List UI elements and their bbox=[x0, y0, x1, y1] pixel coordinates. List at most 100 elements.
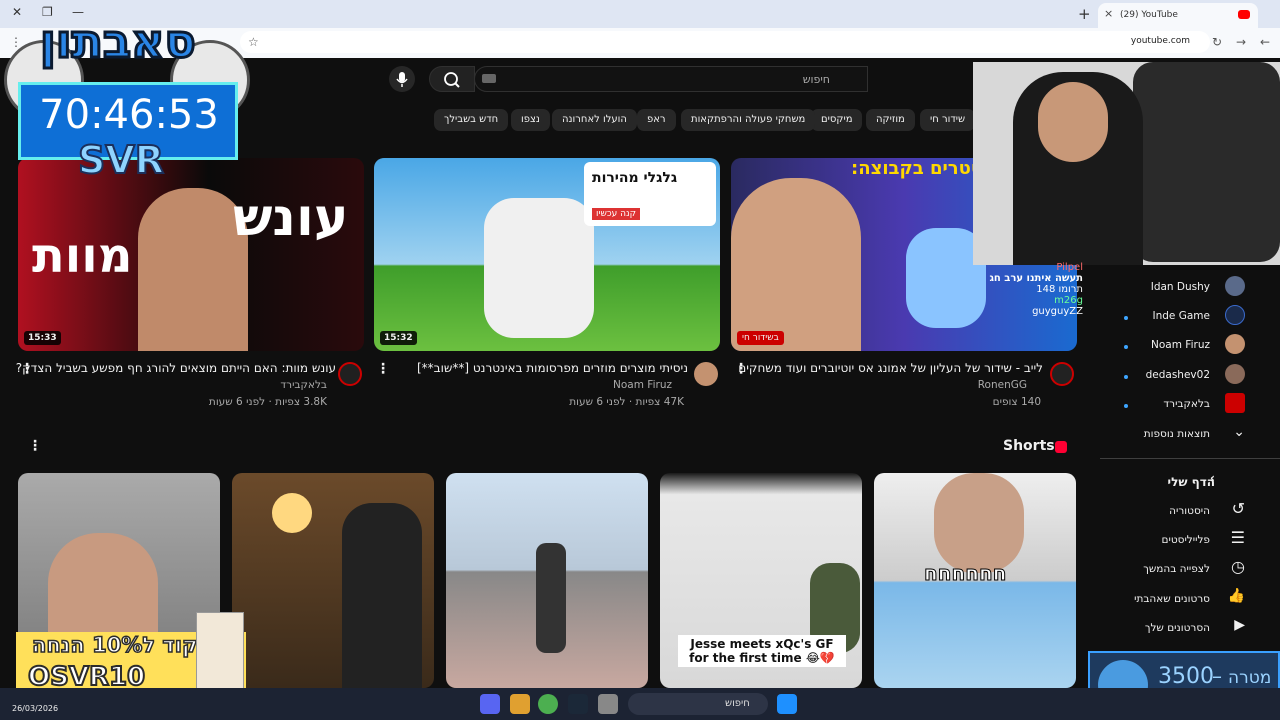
video-meta: 47K צפיות · לפני 6 שעות bbox=[569, 396, 684, 408]
voice-search-button[interactable] bbox=[389, 66, 415, 92]
chrome-icon[interactable] bbox=[538, 694, 558, 714]
subscription-item[interactable]: Idan Dushy bbox=[1105, 273, 1255, 301]
task-view-icon[interactable] bbox=[598, 694, 618, 714]
new-content-dot bbox=[1124, 404, 1128, 408]
clock-icon: ◷ bbox=[1231, 557, 1245, 576]
sidebar-item-history[interactable]: היסטוריה ↺ bbox=[1105, 497, 1255, 525]
more-options-icon[interactable]: ⋮ bbox=[28, 438, 42, 454]
new-content-dot bbox=[1124, 316, 1128, 320]
chip-recently-uploaded[interactable]: הועלו לאחרונה bbox=[552, 109, 637, 131]
thumbnail-person bbox=[731, 178, 861, 351]
short-thumbnail[interactable] bbox=[446, 473, 648, 688]
short-thumbnail[interactable]: Jesse meets xQc's GF for the first time … bbox=[660, 473, 862, 688]
chip-music[interactable]: מוזיקה bbox=[866, 109, 915, 131]
app-icon[interactable] bbox=[510, 694, 530, 714]
close-window-icon[interactable]: ✕ bbox=[12, 5, 22, 19]
taskbar-search-text: חיפוש bbox=[725, 698, 750, 709]
browser-tab[interactable]: × (29) YouTube bbox=[1098, 3, 1258, 28]
youtube-favicon-icon bbox=[1238, 10, 1250, 19]
new-tab-button[interactable]: + bbox=[1078, 5, 1091, 23]
thumbnail-text: עונש bbox=[233, 188, 349, 248]
chip-mixes[interactable]: מיקסים bbox=[811, 109, 863, 131]
windows-start-icon[interactable] bbox=[777, 694, 797, 714]
new-content-dot bbox=[1124, 345, 1128, 349]
video-title[interactable]: לייב - שידור של העליון של אמונג אס יוטיו… bbox=[738, 361, 1043, 375]
show-more-button[interactable]: תוצאות נוספות ⌄ bbox=[1105, 420, 1255, 448]
thumbnail-person bbox=[484, 198, 594, 338]
short-thumbnail[interactable]: חחחחחח bbox=[874, 473, 1076, 688]
stream-chat: Pilpel תעשה איתנו ערב חג תרומו 148 m26g … bbox=[989, 262, 1083, 317]
avatar bbox=[1225, 276, 1245, 296]
chair bbox=[1133, 62, 1280, 262]
taskbar-date: 26/03/2026 bbox=[12, 704, 59, 713]
short-thumbnail[interactable] bbox=[232, 473, 434, 688]
reload-icon[interactable]: ↻ bbox=[1212, 35, 1222, 49]
chip-new-for-you[interactable]: חדש בשבילך bbox=[434, 109, 509, 131]
close-tab-icon[interactable]: × bbox=[1104, 7, 1113, 20]
channel-name[interactable]: Noam Firuz bbox=[613, 379, 672, 391]
chevron-right-icon: › bbox=[1210, 471, 1215, 485]
search-button[interactable] bbox=[429, 66, 475, 92]
shorts-heading: Shorts bbox=[1003, 438, 1055, 454]
channel-avatar[interactable] bbox=[694, 362, 718, 386]
promo-text: קוד ל10% הנחה bbox=[31, 632, 198, 658]
url-text: youtube.com bbox=[1130, 36, 1190, 46]
divider bbox=[1100, 458, 1280, 459]
chip-live[interactable]: שידור חי bbox=[920, 109, 976, 131]
chevron-down-icon: ⌄ bbox=[1233, 424, 1245, 440]
steam-icon[interactable] bbox=[568, 694, 588, 714]
video-title[interactable]: ניסיתי מוצרים מוזרים מפרסומות באינטרנט [… bbox=[417, 361, 688, 375]
avatar bbox=[1225, 305, 1245, 325]
more-options-icon[interactable]: ⋮ bbox=[376, 361, 390, 377]
duration-badge: 15:32 bbox=[380, 331, 417, 345]
avatar bbox=[1225, 334, 1245, 354]
streamer-face bbox=[1038, 82, 1108, 162]
search-icon bbox=[444, 72, 460, 88]
shorts-icon bbox=[1055, 441, 1067, 453]
address-bar[interactable] bbox=[240, 31, 1210, 53]
thumbnail-person bbox=[342, 503, 422, 688]
channel-avatar[interactable] bbox=[338, 362, 362, 386]
webcam-feed bbox=[973, 62, 1280, 265]
chip-action-games[interactable]: משחקי פעולה והרפתקאות bbox=[681, 109, 816, 131]
goal-label: מטרה bbox=[1228, 668, 1272, 688]
discord-icon[interactable] bbox=[480, 694, 500, 714]
avatar bbox=[1225, 393, 1245, 413]
svr-label: SVR bbox=[77, 137, 165, 183]
duration-badge: 15:33 bbox=[24, 331, 61, 345]
back-icon[interactable]: ← bbox=[1260, 35, 1270, 49]
channel-name[interactable]: בלאקבירד bbox=[280, 379, 327, 391]
sidebar-item-your-videos[interactable]: הסרטונים שלך ▶ bbox=[1105, 614, 1255, 642]
keyboard-icon[interactable] bbox=[482, 74, 496, 83]
video-thumbnail[interactable]: גלגלי מהירות קנה עכשיו 15:32 bbox=[374, 158, 720, 351]
perfume-bottle bbox=[196, 612, 244, 692]
avatar bbox=[1225, 364, 1245, 384]
thumbnail-person bbox=[536, 543, 566, 653]
sidebar-item-liked[interactable]: סרטונים שאהבתי 👍 bbox=[1105, 585, 1255, 613]
history-icon: ↺ bbox=[1231, 499, 1245, 518]
thumbnail-text: גלגלי מהירות bbox=[592, 170, 678, 186]
sidebar-item-watch-later[interactable]: לצפייה בהמשך ◷ bbox=[1105, 555, 1255, 583]
buy-now-badge: קנה עכשיו bbox=[592, 208, 640, 220]
goal-separator: – bbox=[1212, 664, 1222, 688]
you-section-header[interactable]: הדף שלי › bbox=[1105, 467, 1255, 495]
short-caption: Jesse meets xQc's GF for the first time … bbox=[678, 635, 846, 667]
thumbnail-person bbox=[138, 188, 248, 351]
chip-rap[interactable]: ראפ bbox=[637, 109, 676, 131]
channel-name[interactable]: RonenGG bbox=[978, 379, 1027, 391]
thumbnail-person bbox=[934, 473, 1024, 573]
like-icon: 👍 bbox=[1227, 588, 1245, 604]
channel-avatar[interactable] bbox=[1050, 362, 1074, 386]
video-title[interactable]: עונש מוות: האם הייתם מוצאים להורג חף מפש… bbox=[16, 361, 336, 375]
video-meta: 140 צופים bbox=[992, 396, 1041, 408]
video-meta: 3.8K צפיות · לפני 6 שעות bbox=[208, 396, 327, 408]
chandelier bbox=[272, 493, 312, 533]
chip-watched[interactable]: נצפו bbox=[511, 109, 550, 131]
sidebar-item-playlists[interactable]: פלייליסטים ☰ bbox=[1105, 526, 1255, 554]
subathon-timer: 70:46:53 bbox=[39, 92, 219, 138]
live-badge: בשידור חי bbox=[737, 331, 784, 345]
new-content-dot bbox=[1124, 375, 1128, 379]
short-caption: חחחחחח bbox=[923, 561, 1007, 586]
mic-icon bbox=[396, 72, 408, 87]
forward-icon[interactable]: → bbox=[1236, 35, 1246, 49]
